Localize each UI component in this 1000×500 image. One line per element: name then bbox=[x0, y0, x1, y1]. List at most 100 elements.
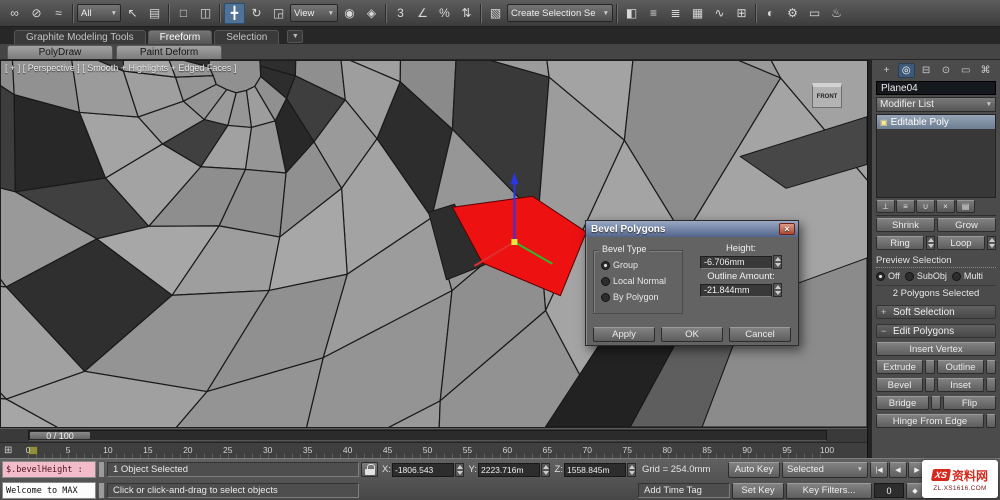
ok-button[interactable]: OK bbox=[661, 327, 723, 342]
tab-polydraw[interactable]: PolyDraw bbox=[7, 45, 113, 59]
curve-editor-icon[interactable]: ∿ bbox=[709, 3, 730, 24]
outline-settings-button[interactable] bbox=[986, 360, 996, 374]
go-to-start-button[interactable]: |◀ bbox=[870, 461, 888, 478]
modifier-stack[interactable]: ▣ Editable Poly bbox=[876, 114, 996, 198]
x-value-field[interactable]: -1806.543 bbox=[392, 462, 454, 477]
track-bar[interactable]: ⊞ 0 5 10 15 20 25 30 35 40 45 50 55 60 65 70 75 80 85 90 95… bbox=[0, 442, 867, 458]
selection-region-icon[interactable]: □ bbox=[173, 3, 194, 24]
coordinate-z[interactable]: Z: 1558.845m bbox=[552, 462, 636, 477]
select-object-icon[interactable]: ↖ bbox=[122, 3, 143, 24]
select-by-name-icon[interactable]: ▤ bbox=[144, 3, 165, 24]
bind-to-spacewarp-icon[interactable]: ≈ bbox=[48, 3, 69, 24]
ring-spinner[interactable] bbox=[926, 236, 935, 250]
dialog-close-button[interactable]: × bbox=[779, 223, 795, 235]
render-production-icon[interactable]: ♨ bbox=[826, 3, 847, 24]
rollout-edit-polygons[interactable]: − Edit Polygons bbox=[876, 324, 996, 338]
time-slider-handle[interactable]: 0 / 100 bbox=[29, 431, 91, 441]
height-spinner[interactable] bbox=[773, 255, 782, 269]
extrude-button[interactable]: Extrude bbox=[876, 360, 923, 374]
window-crossing-icon[interactable]: ◫ bbox=[195, 3, 216, 24]
modify-tab-icon[interactable]: ◎ bbox=[897, 63, 915, 78]
preview-off-radio[interactable]: Off bbox=[876, 271, 900, 281]
bevel-button[interactable]: Bevel bbox=[876, 378, 923, 392]
previous-frame-button[interactable]: ◀ bbox=[889, 461, 907, 478]
y-value-field[interactable]: 2223.716m bbox=[478, 462, 540, 477]
ring-button[interactable]: Ring bbox=[876, 236, 924, 250]
configure-sets-icon[interactable]: ▤ bbox=[956, 200, 975, 213]
snap-toggle-icon[interactable]: 3 bbox=[390, 3, 411, 24]
preview-subobj-radio[interactable]: SubObj bbox=[904, 271, 947, 281]
edit-named-selections-icon[interactable]: ▧ bbox=[485, 3, 506, 24]
coordinate-x[interactable]: X: -1806.543 bbox=[380, 462, 464, 477]
extrude-settings-button[interactable] bbox=[925, 360, 935, 374]
by-polygon-radio[interactable]: By Polygon bbox=[601, 292, 675, 302]
loop-spinner[interactable] bbox=[987, 236, 996, 250]
select-and-move-icon[interactable]: ╋ bbox=[224, 2, 245, 24]
outline-amount-field[interactable]: -21.844mm bbox=[700, 283, 772, 297]
height-field[interactable]: -6.706mm bbox=[700, 255, 772, 269]
maxscript-mini-listener-macro-line[interactable]: $.bevelHeight : bbox=[2, 461, 96, 478]
percent-snap-icon[interactable]: % bbox=[434, 3, 455, 24]
set-key-button[interactable]: Set Key bbox=[732, 482, 784, 499]
outline-spinner[interactable] bbox=[773, 283, 782, 297]
visibility-bulb-icon[interactable]: ▣ bbox=[880, 118, 888, 127]
shrink-button[interactable]: Shrink bbox=[876, 218, 935, 232]
flip-button[interactable]: Flip bbox=[943, 396, 996, 410]
make-unique-icon[interactable]: ∪ bbox=[916, 200, 935, 213]
z-spinner[interactable] bbox=[627, 462, 636, 477]
viewcube[interactable]: FRONT bbox=[812, 83, 842, 108]
schematic-view-icon[interactable]: ⊞ bbox=[731, 3, 752, 24]
select-and-rotate-icon[interactable]: ↻ bbox=[246, 3, 267, 24]
tab-paint-deform[interactable]: Paint Deform bbox=[116, 45, 222, 59]
angle-snap-icon[interactable]: ∠ bbox=[412, 3, 433, 24]
selection-lock-toggle[interactable] bbox=[361, 462, 378, 477]
create-tab-icon[interactable]: + bbox=[878, 63, 895, 78]
group-radio[interactable]: Group bbox=[601, 260, 675, 270]
layer-manager-icon[interactable]: ≣ bbox=[665, 3, 686, 24]
cancel-button[interactable]: Cancel bbox=[729, 327, 791, 342]
hinge-settings-button[interactable] bbox=[986, 414, 996, 428]
spinner-snap-icon[interactable]: ⇅ bbox=[456, 3, 477, 24]
listener-scrollbar[interactable] bbox=[98, 482, 105, 499]
key-selection-dropdown[interactable]: Selected ▼ bbox=[782, 461, 868, 478]
loop-button[interactable]: Loop bbox=[937, 236, 985, 250]
current-frame-field[interactable]: 0 bbox=[874, 483, 904, 498]
mirror-icon[interactable]: ◧ bbox=[621, 3, 642, 24]
utilities-tab-icon[interactable]: ⌘ bbox=[977, 63, 994, 78]
tab-freeform[interactable]: Freeform bbox=[147, 30, 213, 44]
grow-button[interactable]: Grow bbox=[937, 218, 996, 232]
select-and-scale-icon[interactable]: ◲ bbox=[268, 3, 289, 24]
time-slider-track[interactable]: 0 / 100 bbox=[28, 430, 827, 441]
object-name-field[interactable]: Plane04 bbox=[876, 81, 996, 95]
select-and-manipulate-icon[interactable]: ◈ bbox=[361, 3, 382, 24]
selection-set-dropdown[interactable]: Create Selection Se ▼ bbox=[507, 4, 613, 22]
local-normal-radio[interactable]: Local Normal bbox=[601, 276, 675, 286]
apply-button[interactable]: Apply bbox=[593, 327, 655, 342]
add-time-tag-field[interactable]: Add Time Tag bbox=[638, 483, 730, 498]
select-and-link-icon[interactable]: ∞ bbox=[4, 3, 25, 24]
outline-button[interactable]: Outline bbox=[937, 360, 984, 374]
rollout-soft-selection[interactable]: + Soft Selection bbox=[876, 305, 996, 319]
key-filters-button[interactable]: Key Filters... bbox=[786, 482, 872, 499]
x-spinner[interactable] bbox=[455, 462, 464, 477]
modifier-list-dropdown[interactable]: Modifier List ▼ bbox=[876, 97, 996, 112]
hinge-from-edge-button[interactable]: Hinge From Edge bbox=[876, 414, 984, 428]
viewport-label[interactable]: [ + ] [ Perspective ] [ Smooth + Highlig… bbox=[5, 63, 236, 73]
unlink-selection-icon[interactable]: ⊘ bbox=[26, 3, 47, 24]
preview-multi-radio[interactable]: Multi bbox=[951, 271, 983, 281]
align-icon[interactable]: ≡ bbox=[643, 3, 664, 24]
rendered-frame-icon[interactable]: ▭ bbox=[804, 3, 825, 24]
hierarchy-tab-icon[interactable]: ⊟ bbox=[918, 63, 935, 78]
listener-scrollbar[interactable] bbox=[98, 461, 105, 478]
inset-settings-button[interactable] bbox=[986, 378, 996, 392]
stack-item-editable-poly[interactable]: ▣ Editable Poly bbox=[877, 115, 995, 129]
material-editor-icon[interactable]: ◐ bbox=[760, 3, 781, 24]
track-bar-options-icon[interactable]: ⊞ bbox=[4, 445, 12, 456]
y-spinner[interactable] bbox=[541, 462, 550, 477]
display-tab-icon[interactable]: ▭ bbox=[957, 63, 974, 78]
selection-filter-dropdown[interactable]: All ▼ bbox=[77, 4, 121, 22]
reference-coordinate-dropdown[interactable]: View ▼ bbox=[290, 4, 338, 22]
inset-button[interactable]: Inset bbox=[937, 378, 984, 392]
tab-graphite-modeling-tools[interactable]: Graphite Modeling Tools bbox=[14, 30, 146, 44]
tab-selection[interactable]: Selection bbox=[214, 30, 280, 44]
